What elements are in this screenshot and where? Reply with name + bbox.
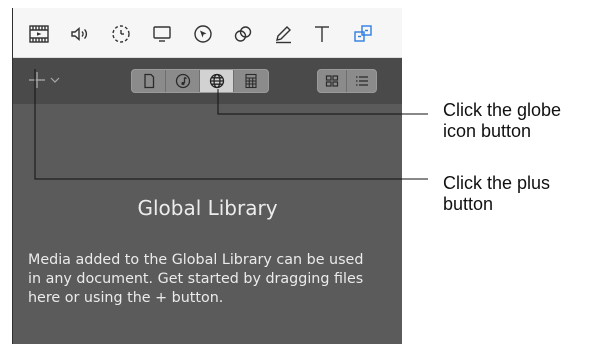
cursor-circle-icon[interactable] <box>191 22 215 46</box>
library-title: Global Library <box>137 196 278 220</box>
grid-icon[interactable] <box>234 70 268 92</box>
library-panel: Global Library Media added to the Global… <box>12 8 402 344</box>
globe-icon[interactable] <box>200 70 234 92</box>
monitor-icon[interactable] <box>150 22 174 46</box>
library-description: Media added to the Global Library can be… <box>28 252 364 306</box>
document-icon[interactable] <box>132 70 166 92</box>
figure-stage: Global Library Media added to the Global… <box>0 0 592 351</box>
chevron-down-icon[interactable] <box>50 75 60 85</box>
library-header <box>13 58 402 104</box>
globe-callout-text: Click the globe icon button <box>443 100 562 141</box>
overlap-circles-icon[interactable] <box>231 22 255 46</box>
plus-callout-text: Click the plus button <box>443 173 551 214</box>
plus-icon[interactable] <box>27 70 47 90</box>
group-shapes-icon[interactable] <box>351 22 375 46</box>
pencil-icon[interactable] <box>271 22 295 46</box>
source-tabs <box>131 69 269 93</box>
film-icon[interactable] <box>27 22 51 46</box>
grid-view-icon[interactable] <box>318 70 347 92</box>
toolbar <box>13 8 402 58</box>
dashed-circle-icon[interactable] <box>109 22 133 46</box>
view-mode-toggle <box>317 69 377 93</box>
text-t-icon[interactable] <box>310 22 334 46</box>
music-icon[interactable] <box>166 70 200 92</box>
list-view-icon[interactable] <box>347 70 376 92</box>
speaker-icon[interactable] <box>68 22 92 46</box>
